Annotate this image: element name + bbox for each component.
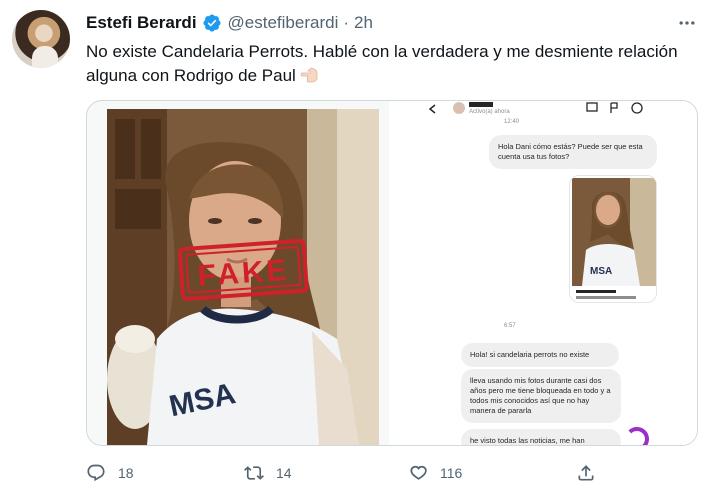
retweet-button[interactable]: 14 [244, 463, 292, 483]
dm-message-4: he visto todas las noticias, me han [461, 429, 621, 445]
separator-dot: · [343, 13, 350, 32]
pointing-left-hand-icon [300, 66, 320, 84]
tweet-header: Estefi Berardi @estefiberardi · 2h [86, 12, 373, 34]
retweet-icon [244, 466, 264, 480]
svg-text:MSA: MSA [590, 266, 612, 277]
tweet-actions: 18 14 116 [86, 458, 698, 488]
dm-message-3: lleva usando mis fotos durante casi dos … [461, 369, 621, 423]
heart-icon [410, 465, 427, 480]
timestamp[interactable]: 2h [354, 13, 373, 33]
like-button[interactable]: 116 [408, 463, 462, 483]
dm-header [415, 101, 665, 123]
dm-message-2: Hola! si candelaria perrots no existe [461, 343, 619, 367]
dm-screenshot[interactable]: Activo(a) ahora 12:40 Hola Dani cómo est… [389, 101, 697, 445]
dm-shared-photo[interactable]: MSA [569, 175, 657, 303]
display-name[interactable]: Estefi Berardi [86, 13, 197, 33]
media-attachment[interactable]: MSA FAKE Activo(a) ahora 12:40 Hola Dani… [86, 100, 698, 446]
tweet-text: No existe Candelaria Perrots. Hablé con … [86, 40, 686, 88]
tweet[interactable]: Estefi Berardi @estefiberardi · 2h No ex… [0, 0, 720, 496]
fake-stamp-text: FAKE [197, 254, 291, 293]
share-icon [578, 465, 594, 481]
verified-badge-icon [202, 13, 222, 33]
tweet-body: No existe Candelaria Perrots. Hablé con … [86, 42, 678, 85]
handle[interactable]: @estefiberardi [228, 13, 339, 33]
reply-button[interactable]: 18 [86, 463, 134, 483]
dm-status: Activo(a) ahora [469, 109, 510, 115]
avatar[interactable] [12, 10, 70, 68]
like-count: 116 [440, 465, 463, 481]
retweet-count: 14 [276, 465, 292, 481]
dm-highlight-mark [625, 427, 649, 445]
fake-photo-image[interactable]: MSA FAKE [107, 109, 379, 445]
reply-count: 18 [118, 465, 134, 481]
share-button[interactable] [576, 463, 608, 483]
dm-time-top: 12:40 [504, 119, 520, 125]
dm-time-mid: 6:57 [504, 323, 516, 329]
more-options-icon[interactable] [676, 12, 698, 34]
reply-icon [87, 464, 105, 482]
dm-message-1: Hola Dani cómo estás? Puede ser que esta… [489, 135, 657, 169]
